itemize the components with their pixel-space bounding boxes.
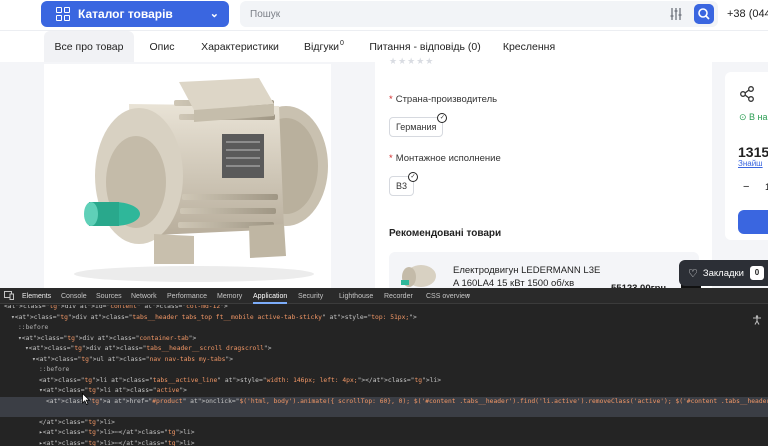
devtools-tab-sources[interactable]: Sources [96,288,122,304]
site-header: Каталог товарів ⌄ +38 (044) [0,0,768,30]
bookmarks-widget[interactable]: ♡ Закладки 0 [679,260,768,286]
tab-label: Креслення [502,41,556,53]
dom-node[interactable]: ▾<at">class="tg">ul at">class="nav nav-t… [0,355,768,365]
tab-label: Питання - відповідь (0) [369,41,481,53]
filter-sliders-icon[interactable] [668,6,684,22]
tab-label: Все про товар [54,41,124,53]
mount-option-value: B3 [396,181,408,191]
product-image-card [44,64,331,290]
dom-node[interactable]: ▾<at">class="tg">div at">class="tabs__he… [0,313,768,323]
quantity-decrease-button[interactable]: − [743,181,749,193]
devtools-tab-console[interactable]: Console [61,288,87,304]
tab-reviews[interactable]: Відгуки 0 [298,31,350,63]
dom-node[interactable]: ▸<at">class="tg">li>⋯</at">class="tg">li… [0,439,768,446]
country-option-value: Германия [396,122,437,132]
share-icon[interactable] [737,84,757,104]
devtools-tab-lighthouse[interactable]: Lighthouse [339,288,373,304]
phone-number[interactable]: +38 (044) [727,8,768,20]
reviews-count: 0 [340,39,344,47]
check-icon: ✓ [408,172,419,182]
dom-node[interactable]: ::before [0,365,768,375]
check-circle-icon: ⊙ [739,112,750,122]
accessibility-icon[interactable] [752,315,762,325]
tab-description[interactable]: Опис [140,31,184,63]
check-icon: ✓ [437,113,448,123]
tab-label: Відгуки [304,41,340,53]
mount-option-chip[interactable]: B3 ✓ [389,172,419,196]
dom-node[interactable]: <at">class="tg">div at">id="content" at"… [0,305,768,312]
dom-node[interactable]: ▾<at">class="tg">li at">class="active"> [0,386,768,396]
recommended-product-name[interactable]: Електродвигун LEDERMANN L3E A 160LA4 15 … [453,264,603,290]
buy-panel: ⊙ В на 1315 Знайш − 1 [725,72,768,240]
mount-label-text: Монтажное исполнение [395,153,501,164]
devtools-tab-css-overview[interactable]: CSS overview [426,288,470,304]
found-cheaper-link[interactable]: Знайш [738,159,763,168]
elements-dom-tree[interactable]: <at">class="tg">div at">id="content" at"… [0,305,768,446]
devtools-tab-security[interactable]: Security [298,288,323,304]
chevron-down-icon: ⌄ [209,8,219,20]
search-bar [240,1,718,27]
recommended-product-card[interactable]: Електродвигун LEDERMANN L3E A 160LA4 15 … [389,252,701,294]
device-toolbar-icon[interactable] [4,291,14,300]
devtools-tab-network[interactable]: Network [131,288,157,304]
dom-node[interactable]: ▾<at">class="tg">div at">class="tabs__he… [0,344,768,354]
heart-icon: ♡ [688,267,698,280]
required-marker: * [389,153,393,164]
devtools-tab-elements[interactable]: Elements [22,288,51,304]
country-label: * Страна-производитель [389,94,497,105]
catalog-label: Каталог товарів [78,7,173,21]
mouse-cursor-icon [82,393,90,405]
devtools-tab-recorder[interactable]: Recorder [384,288,413,304]
dom-node[interactable]: ::before [0,323,768,333]
devtools-tabbar: Elements Console Sources Network Performance… [0,288,768,304]
search-input[interactable] [240,1,660,27]
product-tabs: Все про товар Опис Характеристики Відгук… [0,30,768,63]
search-icon[interactable] [694,4,714,24]
rating-stars[interactable]: ★★★★★ [389,56,434,67]
country-option-chip[interactable]: Германия ✓ [389,113,448,137]
catalog-button[interactable]: Каталог товарів ⌄ [41,1,229,27]
bookmarks-count: 0 [750,266,764,280]
devtools-tab-memory[interactable]: Memory [217,288,242,304]
product-content: ★★★★★ * Страна-производитель Германия ✓ *… [0,56,768,294]
availability-status: ⊙ В на [739,112,768,123]
product-price: 1315 [738,144,768,160]
country-label-text: Страна-производитель [395,94,498,105]
tab-drawings[interactable]: Креслення [498,31,560,63]
grid-icon [56,7,70,21]
tab-all-about-product[interactable]: Все про товар [44,31,134,63]
tab-label: Характеристики [201,41,279,53]
mount-label: * Монтажное исполнение [389,153,501,164]
dom-node[interactable]: ▸<at">class="tg">li>⋯</at">class="tg">li… [0,428,768,438]
buy-button[interactable] [738,210,768,234]
required-marker: * [389,94,393,105]
electric-motor-image[interactable] [44,64,331,290]
product-specs-card: ★★★★★ * Страна-производитель Германия ✓ *… [375,56,712,294]
tab-label: Опис [149,41,175,53]
availability-text: В на [749,112,768,122]
recommended-title: Рекомендовані товари [389,228,502,239]
dom-node[interactable]: ▾<at">class="tg">div at">class="containe… [0,334,768,344]
tab-characteristics[interactable]: Характеристики [196,31,284,63]
devtools-panel: Elements Console Sources Network Performance… [0,288,768,446]
devtools-tab-performance[interactable]: Performance [167,288,207,304]
bookmarks-label: Закладки [702,267,744,279]
dom-node[interactable]: </at">class="tg">li> [0,418,768,428]
dom-node[interactable]: <at">class="tg">li at">class="tabs__acti… [0,376,768,386]
dom-node-selected[interactable]: <at">class="tg">a at">href="#product" at… [0,396,768,417]
overflow-chevron-icon[interactable]: ▾ [466,292,470,299]
devtools-tab-application[interactable]: Application [253,288,288,304]
